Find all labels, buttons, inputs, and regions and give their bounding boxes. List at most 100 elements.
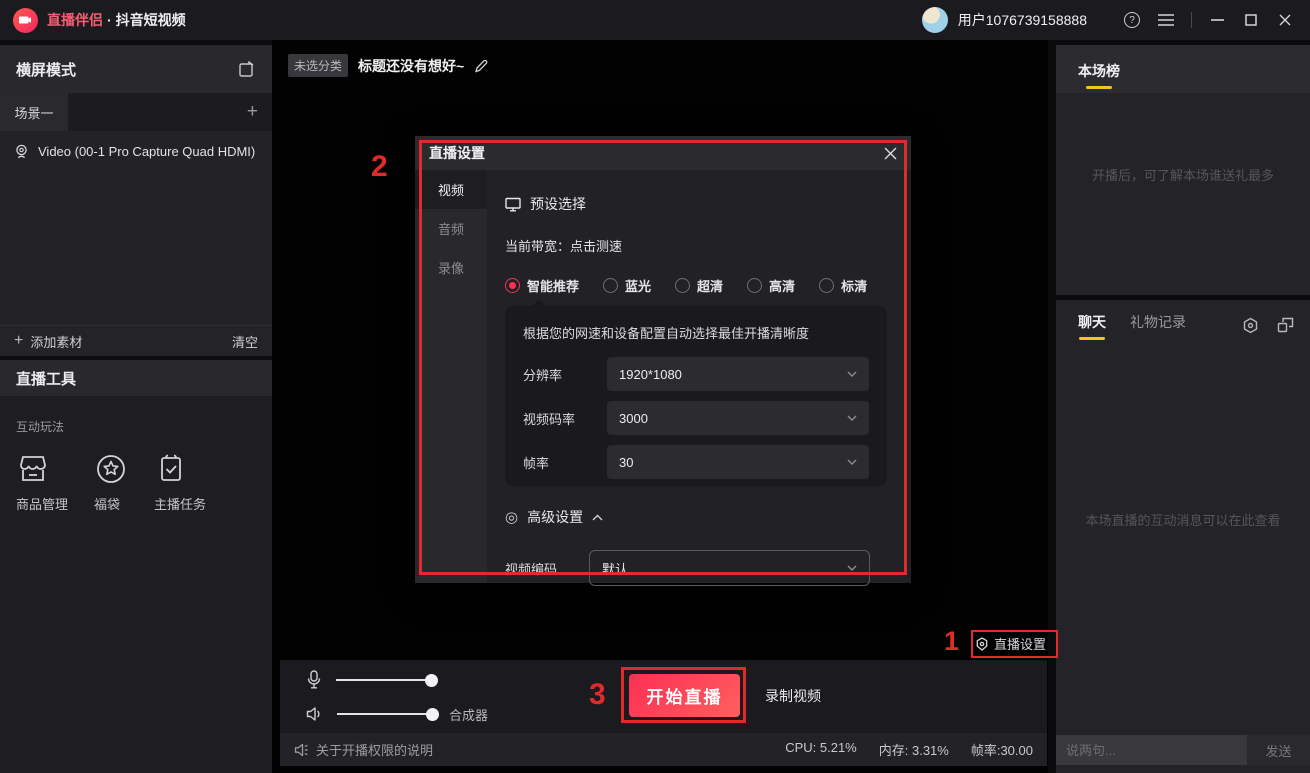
- resolution-select[interactable]: 1920*1080: [607, 357, 869, 391]
- quality-radio-group: 智能推荐 蓝光 超清 高清: [505, 276, 887, 295]
- menu-icon[interactable]: [1149, 7, 1183, 33]
- app-logo-icon: [13, 8, 38, 33]
- record-video-button[interactable]: 录制视频: [765, 686, 821, 706]
- tool-label: 商品管理: [16, 494, 68, 513]
- titlebar-divider: [1191, 12, 1192, 28]
- maximize-icon[interactable]: [1234, 7, 1268, 33]
- radio-icon: [675, 278, 690, 293]
- stream-title-row: 未选分类 标题还没有想好~: [288, 54, 488, 77]
- app-name: 直播伴侣: [47, 10, 103, 30]
- edit-title-icon[interactable]: [474, 59, 488, 73]
- chevron-down-icon: [847, 415, 857, 421]
- dialog-close-icon[interactable]: [884, 147, 897, 160]
- radio-label: 蓝光: [625, 276, 651, 295]
- left-sidebar: 横屏模式 场景一 + Video (00-1 Pro Capture Quad …: [0, 40, 272, 773]
- username[interactable]: 用户1076739158888: [958, 10, 1087, 30]
- category-badge[interactable]: 未选分类: [288, 54, 348, 77]
- radio-smart-recommend[interactable]: 智能推荐: [505, 276, 579, 295]
- chevron-down-icon: [847, 459, 857, 465]
- luckybag-icon: [94, 453, 128, 485]
- mixer-button[interactable]: 合成器: [449, 705, 488, 724]
- minimize-icon[interactable]: [1200, 7, 1234, 33]
- radio-hd[interactable]: 高清: [747, 276, 795, 295]
- framerate-select[interactable]: 30: [607, 445, 869, 479]
- start-live-button[interactable]: 开始直播: [629, 674, 740, 717]
- preset-title: 预设选择: [530, 194, 586, 214]
- radio-label: 智能推荐: [527, 276, 579, 295]
- mic-volume-slider[interactable]: [336, 679, 432, 681]
- scene-tab[interactable]: 场景一: [0, 93, 68, 131]
- speaker-volume-knob[interactable]: [426, 708, 439, 721]
- preset-monitor-icon: [505, 197, 521, 212]
- bitrate-value: 3000: [619, 411, 648, 426]
- user-avatar[interactable]: [922, 7, 948, 33]
- dialog-content: 预设选择 当前带宽：点击测速 智能推荐 蓝光 超: [487, 170, 911, 583]
- chevron-down-icon: [847, 371, 857, 377]
- status-bar: 关于开播权限的说明 CPU: 5.21% 内存: 3.31% 帧率:30.00: [280, 733, 1047, 766]
- tab-session-board[interactable]: 本场榜: [1078, 61, 1120, 93]
- tab-chat[interactable]: 聊天: [1078, 312, 1106, 344]
- help-icon[interactable]: ?: [1115, 7, 1149, 33]
- radio-sd[interactable]: 标清: [819, 276, 867, 295]
- tab-session-board-label: 本场榜: [1078, 63, 1120, 79]
- close-icon[interactable]: [1268, 7, 1302, 33]
- bandwidth-test-link[interactable]: 点击测速: [570, 239, 622, 254]
- cpu-stat: CPU: 5.21%: [785, 740, 857, 759]
- chat-section: 聊天 礼物记录 本场直播的互动消息可以在此查看 发送: [1056, 300, 1310, 773]
- chat-input-row: 发送: [1056, 735, 1310, 765]
- tool-lucky-bag[interactable]: 福袋: [94, 453, 128, 513]
- send-button[interactable]: 发送: [1247, 735, 1310, 765]
- encoding-select[interactable]: 默认: [589, 550, 870, 586]
- clear-button[interactable]: 清空: [232, 332, 258, 351]
- rotate-screen-icon[interactable]: [239, 61, 256, 77]
- dialog-title: 直播设置: [429, 143, 485, 163]
- add-material-button[interactable]: 添加素材: [30, 332, 82, 351]
- live-tools-body: 互动玩法 商品管理 福袋: [0, 396, 272, 773]
- radio-bluray[interactable]: 蓝光: [603, 276, 651, 295]
- storefront-icon: [16, 453, 50, 485]
- annotation-step-3: 3: [589, 678, 606, 712]
- source-item-label: Video (00-1 Pro Capture Quad HDMI): [38, 144, 255, 159]
- tab-gift-records-label: 礼物记录: [1130, 314, 1186, 330]
- mic-icon[interactable]: [306, 670, 322, 690]
- tab-gift-records[interactable]: 礼物记录: [1130, 312, 1186, 344]
- radio-ultra[interactable]: 超清: [675, 276, 723, 295]
- tool-product-management[interactable]: 商品管理: [16, 453, 68, 513]
- resolution-value: 1920*1080: [619, 367, 682, 382]
- chat-input[interactable]: [1056, 735, 1247, 765]
- encoding-label: 视频编码: [505, 559, 589, 578]
- screen-mode-header: 横屏模式: [0, 45, 272, 93]
- radio-icon: [603, 278, 618, 293]
- source-item-video[interactable]: Video (00-1 Pro Capture Quad HDMI): [0, 131, 272, 172]
- app-window: 直播伴侣 · 抖音短视频 用户1076739158888 ? 横屏模式: [0, 0, 1310, 773]
- bitrate-select[interactable]: 3000: [607, 401, 869, 435]
- chat-empty-text: 本场直播的互动消息可以在此查看: [1056, 510, 1310, 529]
- annotation-step-1: 1: [944, 626, 959, 657]
- tool-label: 福袋: [94, 494, 120, 513]
- chevron-up-icon: [592, 514, 603, 521]
- dialog-tab-audio[interactable]: 音频: [415, 209, 487, 248]
- tab-underline: [1079, 337, 1105, 340]
- source-list: Video (00-1 Pro Capture Quad HDMI): [0, 131, 272, 325]
- permission-note-link[interactable]: 关于开播权限的说明: [294, 740, 433, 759]
- memory-stat: 内存: 3.31%: [879, 740, 949, 759]
- live-settings-button[interactable]: 直播设置: [975, 634, 1046, 653]
- speaker-volume-slider[interactable]: [337, 713, 433, 715]
- right-panel: 本场榜 开播后，可了解本场谁送礼最多 聊天 礼物记录: [1056, 40, 1310, 773]
- chat-settings-icon[interactable]: [1242, 317, 1259, 334]
- tool-label: 主播任务: [154, 494, 206, 513]
- advanced-settings-toggle[interactable]: ◎ 高级设置: [505, 507, 887, 527]
- dialog-tab-video[interactable]: 视频: [415, 170, 487, 209]
- advanced-settings-icon: ◎: [505, 508, 518, 526]
- tool-anchor-task[interactable]: 主播任务: [154, 453, 206, 513]
- dialog-tab-record[interactable]: 录像: [415, 248, 487, 287]
- dialog-header: 直播设置: [415, 136, 911, 170]
- add-scene-icon[interactable]: +: [247, 101, 258, 123]
- screen-mode-title: 横屏模式: [16, 59, 76, 80]
- speaker-icon[interactable]: [306, 706, 323, 722]
- webcam-icon: [14, 144, 29, 159]
- mic-volume-knob[interactable]: [425, 674, 438, 687]
- session-board-section: 本场榜 开播后，可了解本场谁送礼最多: [1056, 45, 1310, 295]
- popout-icon[interactable]: [1277, 317, 1294, 334]
- radio-selected-icon: [505, 278, 520, 293]
